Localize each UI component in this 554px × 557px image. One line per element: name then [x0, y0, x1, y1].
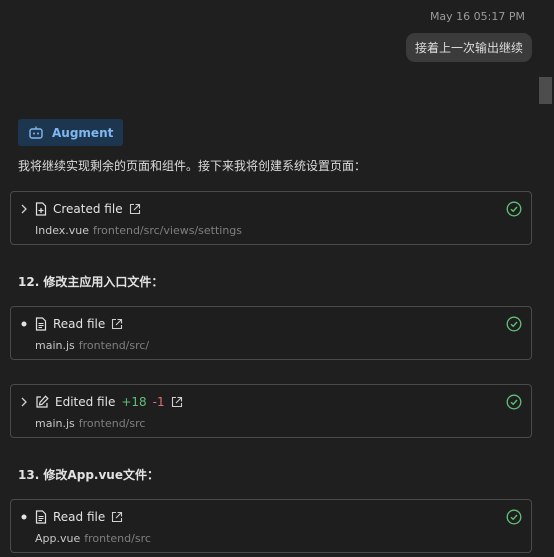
assistant-intro-text: 我将继续实现剩余的页面和组件。接下来我将创建系统设置页面：	[18, 159, 367, 173]
lines-added-count: +18	[121, 395, 147, 409]
card-action-label: Created file	[53, 202, 123, 216]
section-heading-12: 12. 修改主应用入口文件：	[18, 275, 164, 289]
open-external-icon[interactable]	[111, 511, 123, 523]
open-external-icon[interactable]	[171, 396, 183, 408]
chevron-right-icon[interactable]	[19, 397, 29, 407]
card-file-name: Index.vue	[35, 224, 90, 237]
bullet-icon	[19, 321, 29, 327]
badge-label: Augment	[52, 125, 114, 140]
card-file-path: frontend/src	[78, 417, 146, 430]
section-heading-13: 13. 修改App.vue文件：	[18, 468, 159, 482]
message-timestamp: May 16 05:17 PM	[429, 10, 525, 23]
check-circle-icon	[506, 394, 522, 410]
assistant-badge: Augment	[18, 119, 124, 146]
card-file-name: main.js	[35, 417, 75, 430]
card-action-label: Edited file	[55, 395, 116, 409]
card-action-label: Read file	[53, 317, 106, 331]
bullet-icon	[19, 514, 29, 520]
check-circle-icon	[506, 316, 522, 332]
tool-card-created-file[interactable]: Created file Index.vue frontend/src/views…	[10, 191, 532, 245]
check-circle-icon	[506, 201, 522, 217]
tool-card-read-file[interactable]: Read file App.vue frontend/src	[10, 499, 532, 553]
scrollbar-thumb[interactable]	[539, 77, 552, 104]
card-action-label: Read file	[53, 510, 106, 524]
check-circle-icon	[506, 509, 522, 525]
file-text-icon	[35, 317, 47, 331]
robot-icon	[28, 126, 44, 140]
card-file-name: App.vue	[35, 532, 81, 545]
lines-removed-count: -1	[152, 395, 165, 409]
edit-icon	[35, 395, 49, 409]
open-external-icon[interactable]	[111, 318, 123, 330]
file-plus-icon	[35, 202, 47, 216]
chevron-right-icon[interactable]	[19, 204, 29, 214]
card-file-path: frontend/src/views/settings	[93, 224, 243, 237]
file-text-icon	[35, 510, 47, 524]
tool-card-edited-file[interactable]: Edited file +18 -1 main.js frontend/src	[10, 384, 532, 438]
open-external-icon[interactable]	[129, 203, 141, 215]
card-file-path: frontend/src/	[78, 339, 150, 352]
card-file-path: frontend/src	[84, 532, 151, 545]
card-file-name: main.js	[35, 339, 75, 352]
user-message-bubble: 接着上一次输出继续	[405, 33, 532, 62]
tool-card-read-file[interactable]: Read file main.js frontend/src/	[10, 306, 532, 360]
